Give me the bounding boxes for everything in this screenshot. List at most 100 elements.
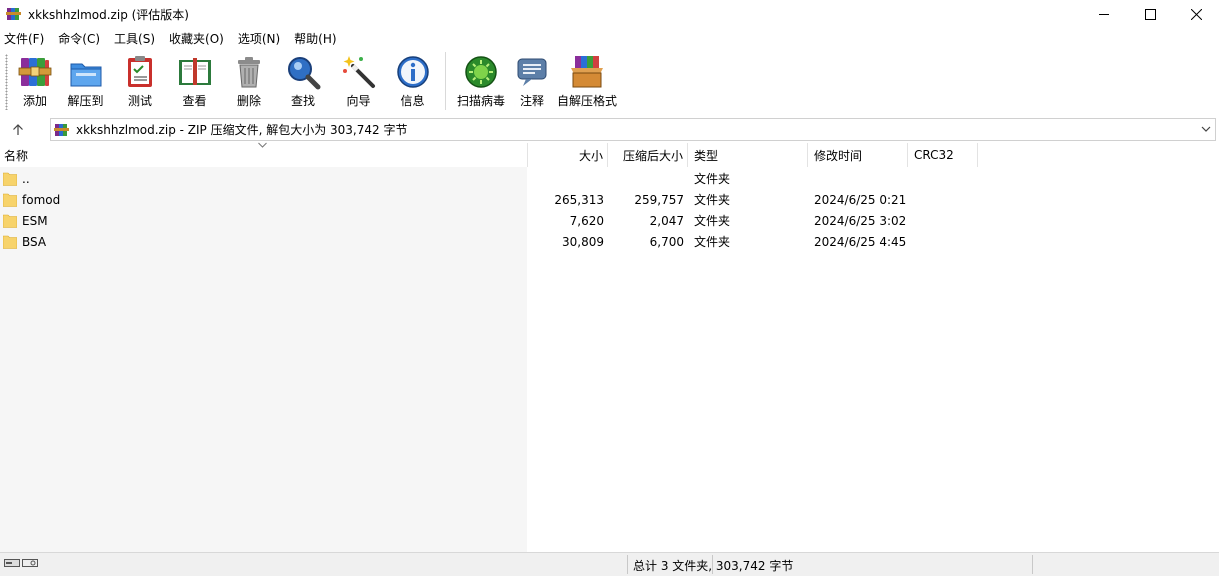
- column-header-size[interactable]: 大小: [528, 143, 608, 167]
- item-modified: 2024/6/25 0:21: [814, 192, 907, 207]
- file-list[interactable]: 名称 大小 压缩后大小 类型 修改时间 CRC32 .. 文件夹 fomod 2…: [0, 142, 1219, 552]
- folder-icon: [3, 193, 17, 207]
- column-packed-label: 压缩后大小: [622, 148, 683, 163]
- menu-file[interactable]: 文件(F): [4, 30, 51, 47]
- virus-scan-label: 扫描病毒: [456, 94, 505, 108]
- list-item[interactable]: .. 文件夹: [0, 168, 1219, 189]
- wizard-button[interactable]: 向导: [331, 49, 386, 111]
- view-label: 查看: [182, 94, 207, 108]
- comment-label: 注释: [519, 94, 544, 108]
- trash-icon: [238, 57, 260, 88]
- address-bar: xkkshhzlmod.zip - ZIP 压缩文件, 解包大小为 303,74…: [0, 117, 1219, 142]
- minimize-button[interactable]: [1081, 0, 1127, 28]
- sfx-button[interactable]: 自解压格式: [554, 49, 620, 111]
- maximize-icon: [1144, 8, 1156, 20]
- list-item[interactable]: ESM 7,620 2,047 文件夹 2024/6/25 3:02: [0, 210, 1219, 231]
- test-label: 测试: [127, 94, 152, 108]
- view-button[interactable]: 查看: [166, 49, 223, 111]
- toolbar-grip[interactable]: [5, 54, 8, 110]
- info-label: 信息: [400, 94, 425, 108]
- chevron-down-icon[interactable]: [1201, 124, 1211, 134]
- add-archive-icon: [18, 58, 52, 86]
- maximize-button[interactable]: [1127, 0, 1173, 28]
- folder-icon: [3, 172, 17, 186]
- toolbar: 添加 解压到 测试 查看 删除 查找 向导 信息 扫描病毒 注释 自解压格式: [0, 49, 1219, 115]
- item-packed: 259,757: [634, 192, 684, 207]
- status-text: 总计 3 文件夹, 303,742 字节: [633, 559, 794, 573]
- info-icon: [396, 56, 429, 88]
- virus-scan-button[interactable]: 扫描病毒: [452, 49, 510, 111]
- window-title: xkkshhzlmod.zip (评估版本): [28, 7, 189, 22]
- wizard-label: 向导: [346, 94, 371, 108]
- info-button[interactable]: 信息: [386, 49, 439, 111]
- menu-favorites[interactable]: 收藏夹(O): [169, 30, 231, 47]
- add-label: 添加: [22, 94, 47, 108]
- extract-to-button[interactable]: 解压到: [57, 49, 114, 111]
- add-button[interactable]: 添加: [13, 49, 57, 111]
- item-name: ESM: [22, 213, 48, 228]
- item-type: 文件夹: [694, 214, 731, 228]
- folder-icon: [3, 235, 17, 249]
- status-bar: 总计 3 文件夹, 303,742 字节: [0, 552, 1219, 576]
- column-crc-label: CRC32: [914, 148, 954, 162]
- magnifier-icon: [288, 57, 321, 90]
- extract-to-label: 解压到: [67, 94, 104, 108]
- close-button[interactable]: [1173, 0, 1219, 28]
- up-folder-button[interactable]: [0, 117, 36, 142]
- test-icon: [128, 56, 152, 87]
- column-header-type[interactable]: 类型: [688, 143, 808, 167]
- item-size: 30,809: [562, 234, 604, 249]
- item-type: 文件夹: [694, 193, 731, 207]
- menu-commands[interactable]: 命令(C): [58, 30, 107, 47]
- test-button[interactable]: 测试: [114, 49, 166, 111]
- column-name-label: 名称: [4, 148, 29, 163]
- menu-tools[interactable]: 工具(S): [114, 30, 162, 47]
- item-type: 文件夹: [694, 235, 731, 249]
- item-size: 7,620: [569, 213, 604, 228]
- folder-icon: [3, 214, 17, 228]
- delete-button[interactable]: 删除: [223, 49, 275, 111]
- column-type-label: 类型: [694, 148, 719, 163]
- view-book-icon: [178, 58, 211, 85]
- comment-icon: [517, 58, 547, 86]
- close-icon: [1190, 8, 1202, 20]
- item-modified: 2024/6/25 3:02: [814, 213, 907, 228]
- list-item[interactable]: BSA 30,809 6,700 文件夹 2024/6/25 4:45: [0, 231, 1219, 252]
- wizard-wand-icon: [342, 56, 375, 88]
- column-header-modified[interactable]: 修改时间: [808, 143, 908, 167]
- column-header-crc[interactable]: CRC32: [908, 143, 978, 167]
- column-header-packed[interactable]: 压缩后大小: [608, 143, 688, 167]
- item-type: 文件夹: [694, 172, 731, 186]
- minimize-icon: [1098, 13, 1109, 15]
- key-drive-icon: [22, 559, 38, 567]
- find-button[interactable]: 查找: [275, 49, 331, 111]
- item-name: BSA: [22, 234, 47, 249]
- column-modified-label: 修改时间: [814, 148, 863, 163]
- address-text: xkkshhzlmod.zip - ZIP 压缩文件, 解包大小为 303,74…: [76, 123, 408, 137]
- drive-icon: [4, 559, 20, 567]
- sort-ascending-icon: [258, 142, 267, 148]
- delete-label: 删除: [236, 94, 261, 108]
- comment-button[interactable]: 注释: [510, 49, 554, 111]
- item-modified: 2024/6/25 4:45: [814, 234, 907, 249]
- list-item[interactable]: fomod 265,313 259,757 文件夹 2024/6/25 0:21: [0, 189, 1219, 210]
- menu-options[interactable]: 选项(N): [238, 30, 287, 47]
- status-divider: [627, 555, 628, 574]
- menu-help[interactable]: 帮助(H): [294, 30, 343, 47]
- toolbar-separator: [445, 52, 446, 110]
- item-name: fomod: [22, 192, 61, 207]
- find-label: 查找: [290, 94, 315, 108]
- item-packed: 2,047: [649, 213, 684, 228]
- extract-to-icon: [70, 63, 101, 87]
- zip-archive-icon: [54, 123, 69, 136]
- address-combo[interactable]: xkkshhzlmod.zip - ZIP 压缩文件, 解包大小为 303,74…: [50, 118, 1216, 141]
- title-bar: xkkshhzlmod.zip (评估版本): [0, 0, 1219, 28]
- winrar-app-icon: [6, 8, 21, 20]
- list-header: 名称 大小 压缩后大小 类型 修改时间 CRC32: [0, 143, 1219, 167]
- sfx-box-icon: [571, 56, 603, 88]
- sfx-label: 自解压格式: [556, 94, 617, 108]
- menu-bar: 文件(F) 命令(C) 工具(S) 收藏夹(O) 选项(N) 帮助(H): [0, 28, 1219, 49]
- item-name: ..: [22, 171, 30, 186]
- virus-scan-icon: [465, 56, 497, 88]
- item-size: 265,313: [554, 192, 604, 207]
